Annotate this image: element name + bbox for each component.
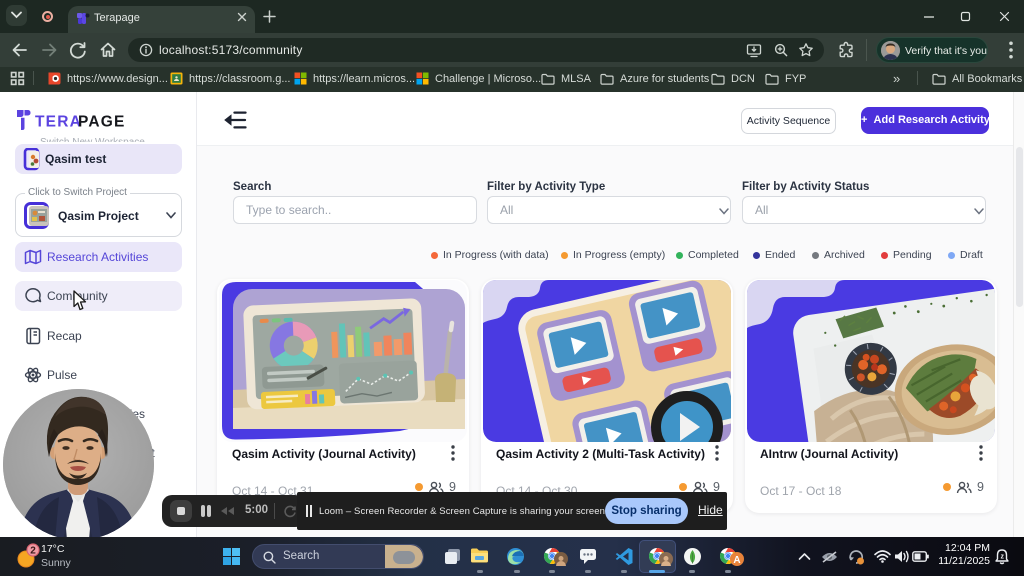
svg-text:z: z [1000,554,1004,561]
svg-text:A: A [733,555,740,566]
svg-text:PAGE: PAGE [78,114,126,131]
svg-text:TERA: TERA [35,114,82,131]
svg-text:2: 2 [30,546,36,557]
